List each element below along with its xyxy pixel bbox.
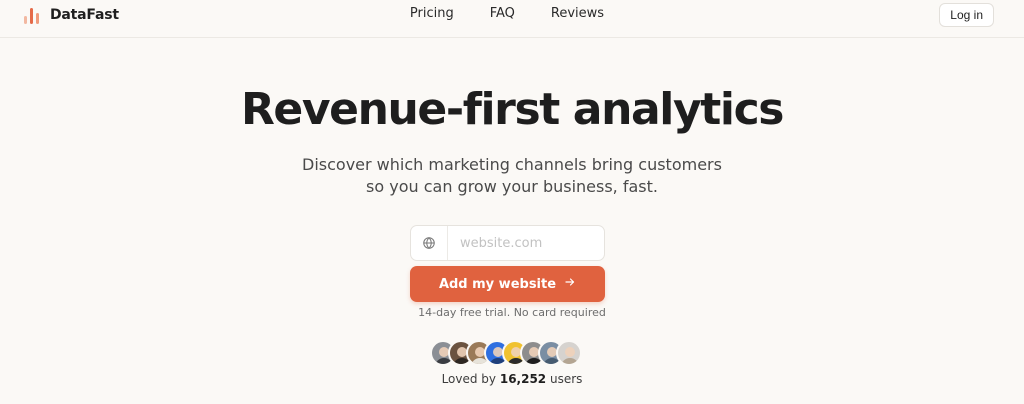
loved-by-suffix: users bbox=[549, 372, 583, 386]
nav-link-faq[interactable]: FAQ bbox=[490, 6, 515, 21]
loved-by-text: Loved by 16,252 users bbox=[0, 372, 1024, 386]
brand-name: DataFast bbox=[50, 7, 119, 23]
nav-link-reviews[interactable]: Reviews bbox=[551, 6, 604, 21]
user-avatars bbox=[430, 340, 582, 366]
website-url-field[interactable] bbox=[410, 225, 605, 261]
hero-subtitle-line-1: Discover which marketing channels bring … bbox=[302, 155, 722, 174]
hero-subtitle-line-2: so you can grow your business, fast. bbox=[366, 177, 658, 196]
globe-icon bbox=[411, 226, 448, 260]
add-my-website-button[interactable]: Add my website bbox=[410, 266, 605, 302]
nav-links: Pricing FAQ Reviews bbox=[0, 6, 1024, 21]
brand-logo-link[interactable]: DataFast bbox=[22, 5, 119, 25]
hero-headline: Revenue-first analytics bbox=[240, 84, 785, 135]
landing-page: DataFast Pricing FAQ Reviews Log in Reve… bbox=[0, 0, 1024, 404]
arrow-right-icon bbox=[564, 276, 576, 292]
login-button[interactable]: Log in bbox=[939, 3, 994, 27]
avatar bbox=[556, 340, 582, 366]
trial-note: 14-day free trial. No card required bbox=[418, 306, 606, 319]
website-url-input[interactable] bbox=[448, 235, 598, 251]
hero-subtitle: Discover which marketing channels bring … bbox=[0, 154, 1024, 198]
hero-section: Revenue-first analytics Discover which m… bbox=[0, 80, 1024, 198]
loved-by-prefix: Loved by bbox=[441, 372, 497, 386]
user-count: 16,252 bbox=[499, 372, 547, 386]
top-nav: DataFast Pricing FAQ Reviews Log in bbox=[0, 0, 1024, 38]
datafast-logo-icon bbox=[22, 5, 42, 25]
nav-link-pricing[interactable]: Pricing bbox=[410, 6, 454, 21]
add-my-website-label: Add my website bbox=[438, 276, 557, 292]
